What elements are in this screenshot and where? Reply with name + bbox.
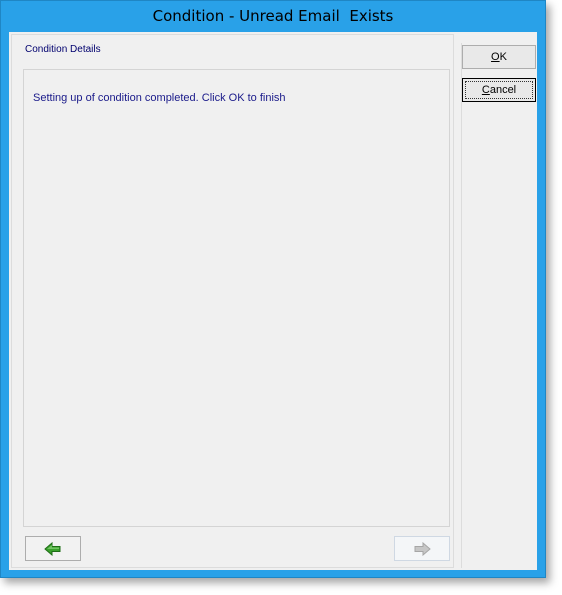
cancel-button[interactable]: Cancel [462,78,536,102]
back-button[interactable] [25,536,81,561]
group-title: Condition Details [25,44,101,55]
completion-message: Setting up of condition completed. Click… [33,92,286,104]
ok-mnemonic: O [491,51,500,63]
dialog-client-area: Condition Details Setting up of conditio… [9,32,537,570]
window-title: Condition - Unread Email Exists [152,7,394,25]
ok-label: K [499,51,507,63]
dialog-window: Condition - Unread Email Exists Conditio… [0,0,546,578]
next-button[interactable] [394,536,450,561]
condition-panel: Setting up of condition completed. Click… [23,69,450,527]
arrow-right-icon [414,541,431,556]
button-column [461,43,536,568]
cancel-mnemonic: C [481,84,490,96]
ok-button[interactable]: OK [462,45,536,69]
title-bar[interactable]: Condition - Unread Email Exists [1,1,545,31]
cancel-label: ancel [489,84,517,96]
condition-details-group: Condition Details Setting up of conditio… [11,34,454,568]
arrow-left-icon [44,541,61,556]
